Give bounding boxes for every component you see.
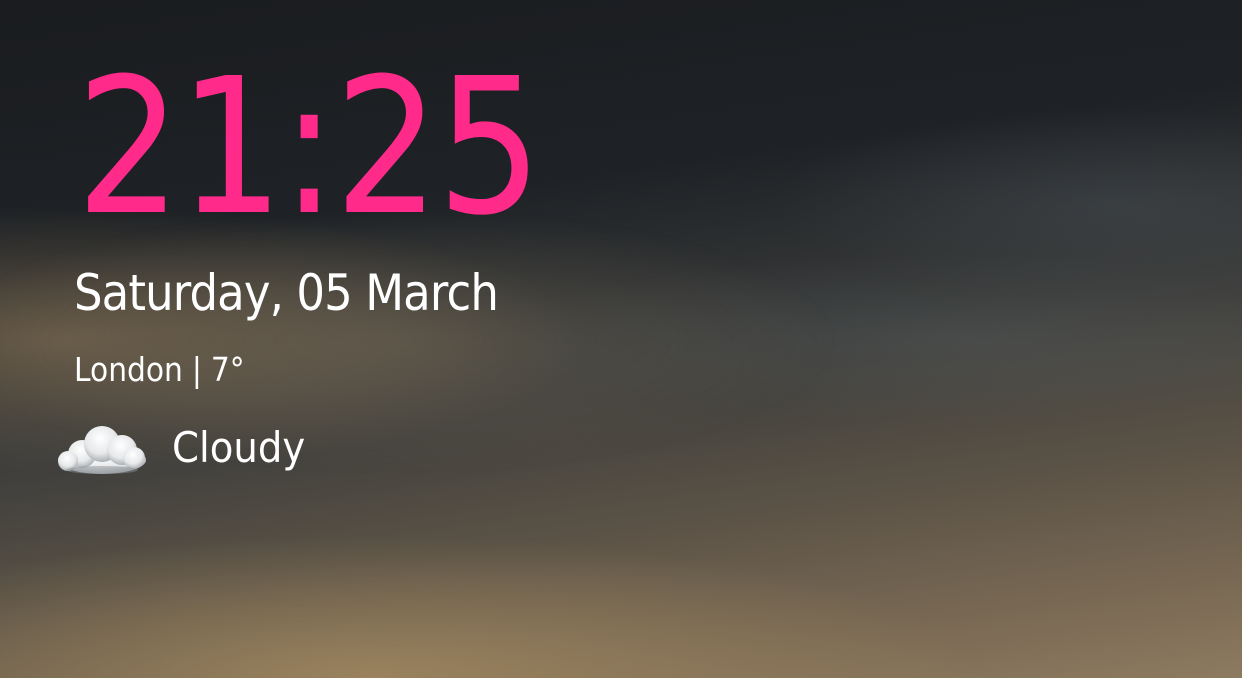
clock-time: 21:25 bbox=[76, 38, 542, 257]
weather-temperature: 7° bbox=[210, 350, 245, 389]
weather-location-row: London | 7° bbox=[74, 350, 245, 390]
cloud-icon bbox=[58, 426, 146, 474]
weather-condition-row: Cloudy bbox=[52, 416, 317, 480]
weather-location: London bbox=[74, 350, 183, 389]
weather-condition-label: Cloudy bbox=[172, 423, 306, 472]
weather-separator: | bbox=[191, 350, 202, 389]
clock-date: Saturday, 05 March bbox=[74, 264, 499, 322]
